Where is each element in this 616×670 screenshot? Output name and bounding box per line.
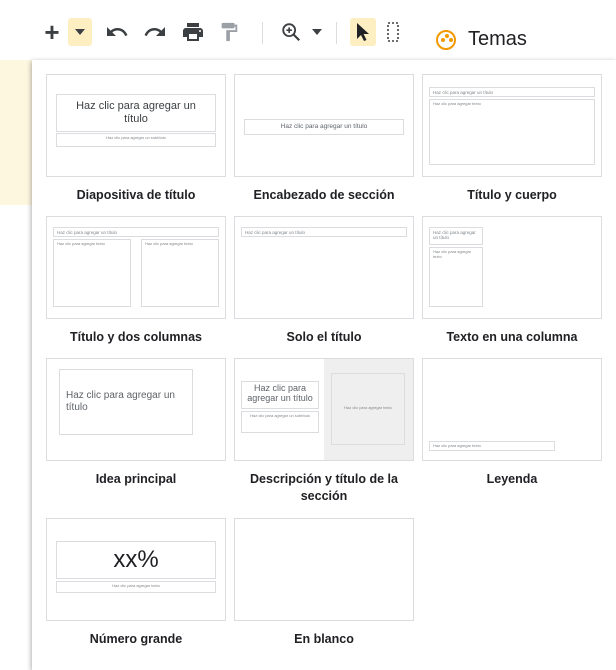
subtitle-placeholder: Haz clic para agregar un subtítulo — [56, 133, 216, 147]
layout-caption: En blanco — [294, 632, 354, 646]
layout-caption: Título y cuerpo — [467, 188, 557, 202]
layout-thumbnail: Haz clic para agregar un título Haz clic… — [422, 74, 602, 177]
dropdown-caret-icon — [75, 29, 85, 35]
redo-button[interactable] — [140, 18, 170, 46]
zoom-icon — [282, 23, 301, 42]
layout-caption: Título y dos columnas — [70, 330, 202, 344]
layout-title-slide[interactable]: Haz clic para agregar un título Haz clic… — [46, 74, 226, 204]
layout-thumbnail: Haz clic para agregar un título Haz clic… — [46, 74, 226, 177]
paint-format-icon — [221, 22, 238, 42]
redo-icon — [144, 27, 165, 36]
layout-big-number[interactable]: xx% Haz clic para agregar texto Número g… — [46, 518, 226, 648]
layout-caption: Solo el título — [286, 330, 362, 344]
themes-button[interactable]: Temas — [436, 28, 527, 51]
body-placeholder: Haz clic para agregar texto — [56, 581, 216, 593]
title-placeholder: Haz clic para agregar un título — [53, 227, 219, 237]
layout-caption: Encabezado de sección — [253, 188, 395, 202]
paint-format-button[interactable] — [214, 18, 244, 46]
palette-icon — [436, 29, 456, 50]
layout-thumbnail: Haz clic para agregar un título — [46, 358, 226, 461]
slide-filmstrip-edge — [0, 60, 32, 205]
layout-one-column-text[interactable]: Haz clic para agregar un título Haz clic… — [422, 216, 602, 346]
layout-caption: Texto en una columna — [446, 330, 578, 344]
toolbar-divider — [262, 22, 263, 44]
layout-caption: Idea principal — [95, 472, 177, 486]
layout-thumbnail: Haz clic para agregar un título Haz clic… — [422, 216, 602, 319]
undo-icon — [107, 27, 128, 36]
body-placeholder: Haz clic para agregar texto — [429, 247, 483, 307]
text-box-icon — [387, 22, 399, 42]
zoom-button[interactable] — [276, 18, 306, 46]
layout-thumbnail: Haz clic para agregar un título — [234, 216, 414, 319]
layout-blank[interactable]: En blanco — [234, 518, 414, 648]
toolbar: + Temas — [0, 0, 616, 56]
new-slide-layout-dropdown[interactable] — [68, 18, 92, 46]
layout-thumbnail — [234, 518, 414, 621]
layout-thumbnail: xx% Haz clic para agregar texto — [46, 518, 226, 621]
layout-caption-only[interactable]: Haz clic para agregar texto Leyenda — [422, 358, 602, 488]
layout-section-title-description[interactable]: Haz clic para agregar un título Haz clic… — [234, 358, 414, 505]
subtitle-placeholder: Haz clic para agregar un subtítulo — [241, 411, 319, 433]
layout-menu: Haz clic para agregar un título Haz clic… — [32, 60, 616, 670]
left-column-placeholder: Haz clic para agregar texto — [53, 239, 131, 307]
undo-button[interactable] — [102, 18, 132, 46]
select-tool-button[interactable] — [350, 18, 376, 46]
title-placeholder: Haz clic para agregar un título — [244, 119, 404, 135]
themes-label: Temas — [468, 28, 527, 50]
layout-main-point[interactable]: Haz clic para agregar un título Idea pri… — [46, 358, 226, 488]
layout-title-two-columns[interactable]: Haz clic para agregar un título Haz clic… — [46, 216, 226, 346]
side-text-placeholder: Haz clic para agregar texto — [331, 373, 405, 445]
layout-caption: Descripción y título de la sección — [250, 472, 398, 503]
layout-section-header[interactable]: Haz clic para agregar un título Encabeza… — [234, 74, 414, 204]
layout-thumbnail: Haz clic para agregar un título Haz clic… — [234, 358, 414, 461]
big-number-placeholder: xx% — [56, 541, 216, 579]
new-slide-button[interactable]: + — [38, 18, 66, 46]
layout-title-and-body[interactable]: Haz clic para agregar un título Haz clic… — [422, 74, 602, 204]
title-placeholder: Haz clic para agregar un título — [56, 94, 216, 132]
layout-title-only[interactable]: Haz clic para agregar un título Solo el … — [234, 216, 414, 346]
layout-caption: Diapositiva de título — [76, 188, 196, 202]
print-icon — [183, 23, 203, 41]
print-button[interactable] — [178, 18, 208, 46]
body-placeholder: Haz clic para agregar texto — [429, 99, 595, 165]
title-placeholder: Haz clic para agregar un título — [59, 369, 193, 435]
title-placeholder: Haz clic para agregar un título — [429, 227, 483, 245]
zoom-dropdown[interactable] — [310, 18, 324, 46]
layout-caption: Número grande — [89, 632, 183, 646]
title-placeholder: Haz clic para agregar un título — [241, 227, 407, 237]
title-placeholder: Haz clic para agregar un título — [241, 381, 319, 409]
title-placeholder: Haz clic para agregar un título — [429, 87, 595, 97]
cursor-arrow-icon — [357, 23, 369, 41]
right-column-placeholder: Haz clic para agregar texto — [141, 239, 219, 307]
chevron-down-icon — [312, 29, 322, 35]
layout-thumbnail: Haz clic para agregar un título Haz clic… — [46, 216, 226, 319]
text-box-button[interactable] — [384, 18, 402, 46]
layout-caption: Leyenda — [486, 472, 538, 486]
toolbar-divider — [336, 22, 337, 44]
layout-thumbnail: Haz clic para agregar un título — [234, 74, 414, 177]
plus-icon: + — [44, 17, 60, 47]
caption-placeholder: Haz clic para agregar texto — [429, 441, 555, 451]
layout-thumbnail: Haz clic para agregar texto — [422, 358, 602, 461]
